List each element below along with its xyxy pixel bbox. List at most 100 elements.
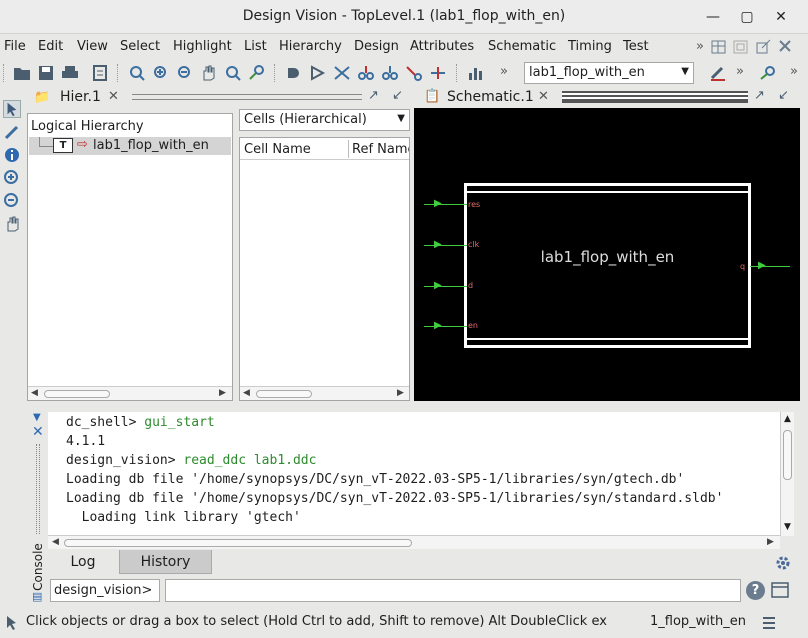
console-command: read_ddc lab1.ddc bbox=[183, 453, 317, 468]
help-icon[interactable]: ? bbox=[746, 581, 765, 600]
scroll-thumb[interactable] bbox=[44, 390, 110, 398]
scroll-left-icon[interactable]: ◀ bbox=[243, 388, 250, 398]
close-icon[interactable]: ✕ bbox=[770, 6, 792, 28]
select-arrow-icon[interactable] bbox=[3, 100, 21, 118]
pan-hand-side-icon[interactable] bbox=[3, 215, 21, 233]
scroll-up-icon[interactable]: ▲ bbox=[784, 414, 791, 424]
zoom-out-side-icon[interactable] bbox=[3, 192, 21, 210]
menu-edit[interactable]: Edit bbox=[38, 39, 63, 54]
menu-view[interactable]: View bbox=[77, 39, 108, 54]
menu-select[interactable]: Select bbox=[120, 39, 160, 54]
pencil-icon[interactable] bbox=[3, 123, 21, 141]
scroll-down-icon[interactable]: ▼ bbox=[784, 522, 791, 532]
console-line: design_vision> read_ddc lab1.ddc bbox=[66, 451, 780, 470]
histogram-icon[interactable] bbox=[466, 64, 486, 82]
scroll-right-icon[interactable]: ▶ bbox=[397, 388, 404, 398]
pin-res-wire bbox=[424, 204, 467, 205]
console-grip bbox=[36, 444, 40, 534]
scroll-left-icon[interactable]: ◀ bbox=[52, 537, 59, 547]
tab-log[interactable]: Log bbox=[50, 550, 116, 574]
scroll-right-icon[interactable]: ▶ bbox=[767, 537, 774, 547]
list-icon[interactable] bbox=[760, 614, 778, 632]
console-output: Loading link library 'gtech' bbox=[66, 510, 301, 525]
column-divider[interactable] bbox=[348, 140, 349, 158]
open-folder-icon[interactable] bbox=[12, 64, 32, 82]
tab-history[interactable]: History bbox=[119, 550, 212, 574]
status-design: 1_flop_with_en bbox=[650, 614, 746, 629]
pin-en-label: en bbox=[468, 321, 478, 330]
col-ref-name[interactable]: Ref Name bbox=[352, 142, 409, 157]
tree-item[interactable]: T ⇨ lab1_flop_with_en bbox=[29, 137, 231, 155]
script-icon[interactable] bbox=[90, 64, 110, 82]
toolbar-overflow-icon-2[interactable]: » bbox=[736, 64, 744, 79]
minimize-icon[interactable]: — bbox=[702, 6, 724, 28]
chevron-down-icon: ▼ bbox=[397, 113, 405, 124]
connect-icon[interactable] bbox=[428, 64, 448, 82]
scroll-right-icon[interactable]: ▶ bbox=[219, 388, 226, 398]
cells-select[interactable]: Cells (Hierarchical) ▼ bbox=[239, 109, 410, 131]
zoom-prev-icon[interactable] bbox=[247, 64, 267, 82]
search-icon[interactable] bbox=[758, 64, 778, 82]
chevron-down-icon: ▼ bbox=[681, 66, 689, 77]
fanin-icon[interactable] bbox=[356, 64, 376, 82]
cells-hscroll[interactable]: ◀ ▶ bbox=[240, 386, 409, 400]
console-log[interactable]: dc_shell> gui_start 4.1.1 design_vision>… bbox=[48, 412, 780, 536]
menu-timing[interactable]: Timing bbox=[568, 39, 612, 54]
zoom-select-icon[interactable] bbox=[223, 64, 243, 82]
menu-highlight[interactable]: Highlight bbox=[173, 39, 232, 54]
logical-hierarchy-panel: Logical Hierarchy T ⇨ lab1_flop_with_en … bbox=[27, 113, 233, 401]
edit-pencil-icon[interactable] bbox=[708, 64, 728, 82]
zoom-fit-icon[interactable] bbox=[127, 64, 147, 82]
design-block[interactable]: lab1_flop_with_en bbox=[464, 183, 751, 348]
scroll-thumb[interactable] bbox=[256, 390, 312, 398]
tab-hier[interactable]: Hier.1 bbox=[60, 89, 101, 105]
tab-schematic[interactable]: Schematic.1 bbox=[447, 89, 534, 105]
menu-overflow-icon[interactable]: » bbox=[696, 39, 704, 54]
minimize-panel-icon[interactable]: ↙ bbox=[778, 88, 789, 103]
maximize-icon[interactable]: ▢ bbox=[736, 6, 758, 28]
scroll-thumb[interactable] bbox=[783, 430, 792, 480]
menu-attributes[interactable]: Attributes bbox=[410, 39, 474, 54]
minimize-panel-icon[interactable]: ↙ bbox=[392, 88, 403, 103]
schematic-canvas[interactable]: lab1_flop_with_en ▶ res ▶ clk ▶ d ▶ en q… bbox=[414, 108, 800, 401]
undock-icon[interactable]: ↗ bbox=[754, 88, 765, 103]
arrow-right-icon: ⇨ bbox=[77, 137, 88, 152]
menu-design[interactable]: Design bbox=[354, 39, 399, 54]
console-hscroll[interactable]: ◀ ▶ bbox=[48, 535, 780, 549]
tab-hier-close-icon[interactable]: ✕ bbox=[108, 89, 119, 104]
close-console-icon[interactable]: ✕ bbox=[32, 424, 44, 440]
console-vscroll[interactable]: ▲ ▼ bbox=[780, 412, 794, 536]
tree-hscroll[interactable]: ◀ ▶ bbox=[28, 386, 232, 400]
menu-list[interactable]: List bbox=[244, 39, 267, 54]
undock-icon[interactable]: ↗ bbox=[368, 88, 379, 103]
pan-hand-icon[interactable] bbox=[199, 64, 219, 82]
fanout-icon[interactable] bbox=[380, 64, 400, 82]
print-icon[interactable] bbox=[60, 64, 80, 82]
menu-schematic[interactable]: Schematic bbox=[488, 39, 556, 54]
crossed-arrows-icon[interactable] bbox=[332, 64, 352, 82]
design-select[interactable]: lab1_flop_with_en ▼ bbox=[524, 62, 694, 84]
save-icon[interactable] bbox=[36, 64, 56, 82]
and-gate-icon[interactable] bbox=[284, 64, 304, 82]
gear-icon[interactable] bbox=[774, 554, 792, 572]
collapse-icon[interactable]: ▼ bbox=[33, 412, 41, 423]
zoom-out-icon[interactable] bbox=[175, 64, 195, 82]
menu-hierarchy[interactable]: Hierarchy bbox=[279, 39, 342, 54]
toolbar-overflow-icon[interactable]: » bbox=[500, 64, 508, 79]
zoom-in-side-icon[interactable] bbox=[3, 169, 21, 187]
path-icon[interactable] bbox=[404, 64, 424, 82]
menu-test[interactable]: Test bbox=[623, 39, 649, 54]
scroll-thumb[interactable] bbox=[64, 539, 412, 547]
info-icon[interactable] bbox=[3, 146, 21, 164]
scroll-left-icon[interactable]: ◀ bbox=[31, 388, 38, 398]
buffer-gate-icon[interactable] bbox=[308, 64, 328, 82]
col-cell-name[interactable]: Cell Name bbox=[244, 142, 311, 157]
window-icon[interactable] bbox=[770, 581, 790, 600]
menu-file[interactable]: File bbox=[4, 39, 26, 54]
tab-schematic-close-icon[interactable]: ✕ bbox=[538, 89, 549, 104]
cells-table-header: Cell Name Ref Name bbox=[240, 138, 409, 160]
command-input[interactable] bbox=[165, 579, 741, 602]
zoom-in-icon[interactable] bbox=[151, 64, 171, 82]
toolbar-overflow-icon-3[interactable]: » bbox=[790, 64, 798, 79]
mouse-hint-icon bbox=[7, 616, 16, 630]
